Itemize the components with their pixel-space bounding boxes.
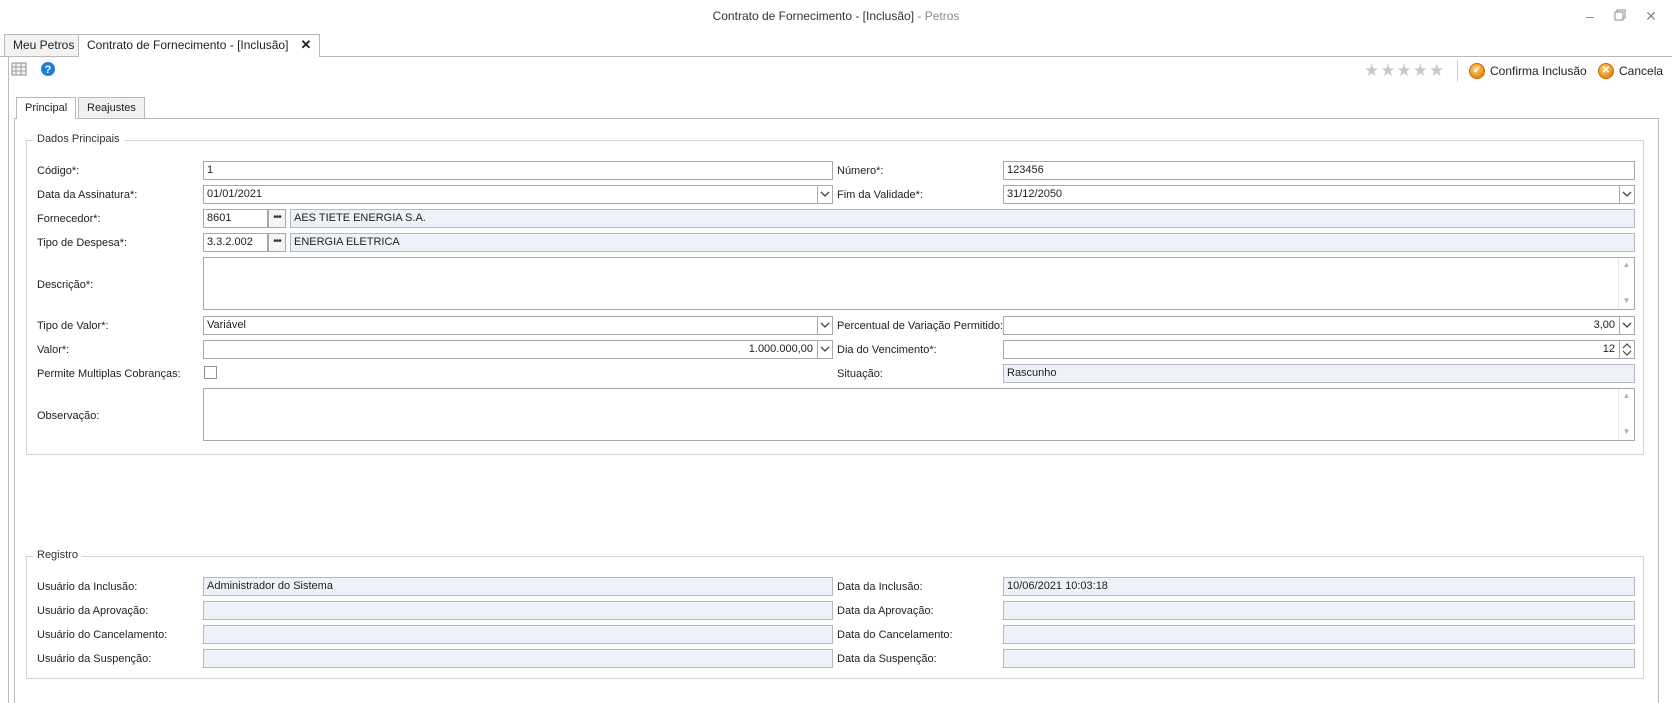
usuario-suspensao-label: Usuário da Suspenção: xyxy=(37,653,152,665)
chevron-down-icon[interactable] xyxy=(817,340,833,359)
codigo-field[interactable]: 1 xyxy=(203,161,833,180)
tipo-despesa-name-field: ENERGIA ELETRICA xyxy=(290,233,1635,252)
usuario-cancelamento-label: Usuário do Cancelamento: xyxy=(37,629,168,641)
percentual-field[interactable]: 3,00 xyxy=(1003,316,1620,335)
star-icon[interactable]: ★ xyxy=(1429,61,1445,80)
doc-tab-meu-petros[interactable]: Meu Petros xyxy=(4,34,84,56)
grid-icon[interactable] xyxy=(11,61,29,79)
dados-principais-title: Dados Principais xyxy=(33,133,124,145)
close-tab-icon[interactable]: ✕ xyxy=(300,37,311,52)
star-icon[interactable]: ★ xyxy=(1413,61,1429,80)
scrollbar[interactable]: ▲ ▼ xyxy=(1618,258,1634,309)
usuario-inclusao-label: Usuário da Inclusão: xyxy=(37,581,138,593)
toolbar-separator xyxy=(1457,60,1458,82)
window-title-text: Contrato de Fornecimento - [Inclusão] xyxy=(712,9,915,23)
usuario-inclusao-field: Administrador do Sistema xyxy=(203,577,833,596)
chevron-down-icon[interactable] xyxy=(817,185,833,204)
numero-label: Número*: xyxy=(837,165,884,177)
observacao-label: Observação: xyxy=(37,410,100,422)
doc-tab-contrato[interactable]: Contrato de Fornecimento - [Inclusão] ✕ xyxy=(78,34,321,57)
chevron-down-icon[interactable] xyxy=(1619,316,1635,335)
dia-vencimento-field[interactable]: 12 xyxy=(1003,340,1620,359)
tipo-despesa-code-field[interactable]: 3.3.2.002 xyxy=(203,233,268,252)
data-assinatura-field[interactable]: 01/01/2021 xyxy=(203,185,818,204)
fornecedor-lookup-button[interactable]: ••• xyxy=(268,209,286,228)
rating-stars[interactable]: ★★★★★ xyxy=(1364,61,1445,81)
data-suspensao-field xyxy=(1003,649,1635,668)
registro-title: Registro xyxy=(33,549,82,561)
valor-label: Valor*: xyxy=(37,344,70,356)
tipo-valor-label: Tipo de Valor*: xyxy=(37,320,109,332)
fim-validade-label: Fim da Validade*: xyxy=(837,189,924,201)
usuario-aprovacao-label: Usuário da Aprovação: xyxy=(37,605,149,617)
usuario-suspensao-field xyxy=(203,649,833,668)
data-inclusao-label: Data da Inclusão: xyxy=(837,581,923,593)
restore-icon[interactable] xyxy=(1609,6,1631,26)
fornecedor-label: Fornecedor*: xyxy=(37,213,101,225)
situacao-field: Rascunho xyxy=(1003,364,1635,383)
star-icon[interactable]: ★ xyxy=(1364,61,1380,80)
chevron-down-icon[interactable] xyxy=(1619,185,1635,204)
svg-text:?: ? xyxy=(45,64,52,76)
tab-label: Reajustes xyxy=(87,102,136,114)
data-assinatura-label: Data da Assinatura*: xyxy=(37,189,138,201)
data-aprovacao-field xyxy=(1003,601,1635,620)
spin-buttons[interactable] xyxy=(1619,340,1635,359)
tab-label: Principal xyxy=(25,102,68,114)
data-inclusao-field: 10/06/2021 10:03:18 xyxy=(1003,577,1635,596)
data-suspensao-label: Data da Suspenção: xyxy=(837,653,937,665)
tab-reajustes[interactable]: Reajustes xyxy=(78,97,145,118)
tab-principal[interactable]: Principal xyxy=(16,97,77,119)
usuario-cancelamento-field xyxy=(203,625,833,644)
situacao-label: Situação: xyxy=(837,368,883,380)
cancel-icon: ✕ xyxy=(1598,63,1614,79)
data-cancelamento-field xyxy=(1003,625,1635,644)
fornecedor-code-field[interactable]: 8601 xyxy=(203,209,268,228)
doc-tab-label: Meu Petros xyxy=(13,38,75,52)
minimize-icon[interactable]: – xyxy=(1579,6,1601,26)
window-title: Contrato de Fornecimento - [Inclusão] - … xyxy=(0,9,1672,23)
valor-field[interactable]: 1.000.000,00 xyxy=(203,340,818,359)
close-icon[interactable]: ✕ xyxy=(1640,6,1662,26)
descricao-field[interactable]: ▲ ▼ xyxy=(203,257,1635,310)
tipo-valor-select[interactable]: Variável xyxy=(203,316,818,335)
tipo-despesa-label: Tipo de Despesa*: xyxy=(37,237,128,249)
star-icon[interactable]: ★ xyxy=(1380,61,1396,80)
cancel-button[interactable]: ✕ Cancela xyxy=(1598,62,1663,80)
codigo-label: Código*: xyxy=(37,165,80,177)
doc-tab-label: Contrato de Fornecimento - [Inclusão] xyxy=(87,38,289,52)
window-app-name: - Petros xyxy=(914,9,960,23)
chevron-down-icon[interactable] xyxy=(817,316,833,335)
confirm-label: Confirma Inclusão xyxy=(1490,64,1587,78)
confirm-button[interactable]: ✓ Confirma Inclusão xyxy=(1469,62,1587,80)
help-icon[interactable]: ? xyxy=(40,61,58,79)
dia-vencimento-label: Dia do Vencimento*: xyxy=(837,344,937,356)
fim-validade-field[interactable]: 31/12/2050 xyxy=(1003,185,1620,204)
descricao-label: Descrição*: xyxy=(37,279,94,291)
percentual-label: Percentual de Variação Permitido: xyxy=(837,320,1004,332)
star-icon[interactable]: ★ xyxy=(1397,61,1413,80)
fornecedor-name-field: AES TIETE ENERGIA S.A. xyxy=(290,209,1635,228)
tipo-despesa-lookup-button[interactable]: ••• xyxy=(268,233,286,252)
multiplas-checkbox[interactable] xyxy=(204,366,217,379)
scrollbar[interactable]: ▲ ▼ xyxy=(1618,389,1634,440)
confirm-icon: ✓ xyxy=(1469,63,1485,79)
usuario-aprovacao-field xyxy=(203,601,833,620)
cancel-label: Cancela xyxy=(1619,64,1664,78)
observacao-field[interactable]: ▲ ▼ xyxy=(203,388,1635,441)
data-cancelamento-label: Data do Cancelamento: xyxy=(837,629,953,641)
multiplas-label: Permite Multiplas Cobranças: xyxy=(37,368,181,380)
numero-field[interactable]: 123456 xyxy=(1003,161,1635,180)
data-aprovacao-label: Data da Aprovação: xyxy=(837,605,934,617)
